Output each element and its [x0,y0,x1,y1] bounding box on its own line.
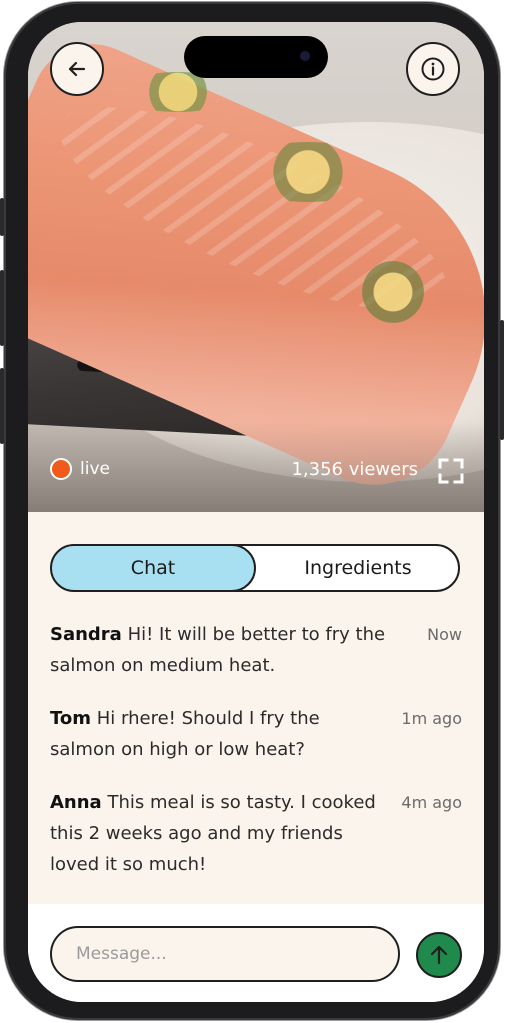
message-text: Hi rhere! Should I fry the salmon on hig… [50,708,320,760]
message-time: 4m ago [401,793,462,812]
back-button[interactable] [50,42,104,96]
live-video[interactable]: live 1,356 viewers [28,22,484,512]
arrow-left-icon [68,61,86,77]
message-author: Tom [50,708,92,729]
chat-message: Sandra Hi! It will be better to fry the … [50,619,462,681]
dynamic-island [184,36,328,78]
tab-chat[interactable]: Chat [52,546,256,590]
power-button [500,320,504,440]
message-author: Anna [50,792,102,813]
camera-icon [300,51,310,61]
message-body: Sandra Hi! It will be better to fry the … [50,619,390,681]
arrow-up-icon [430,945,448,965]
side-button [0,198,4,236]
viewer-count: 1,356 viewers [291,459,418,480]
fullscreen-icon[interactable] [438,458,464,484]
message-body: Tom Hi rhere! Should I fry the salmon on… [50,703,390,765]
composer-bar [28,904,484,1002]
message-input[interactable] [50,926,400,982]
volume-down-button [0,368,4,444]
chat-message: Tom Hi rhere! Should I fry the salmon on… [50,703,462,765]
info-icon [421,57,445,81]
chat-message: Anna This meal is so tasty. I cooked thi… [50,787,462,880]
screen: live 1,356 viewers Ingredients Chat Sand… [28,22,484,1002]
tab-ingredients[interactable]: Ingredients [256,546,458,590]
tab-switcher: Ingredients Chat [50,544,460,592]
message-author: Sandra [50,624,122,645]
phone-frame: live 1,356 viewers Ingredients Chat Sand… [0,2,504,1020]
chat-panel: Ingredients Chat Sandra Hi! It will be b… [28,512,484,904]
message-body: Anna This meal is so tasty. I cooked thi… [50,787,390,880]
live-indicator: live [50,458,110,480]
volume-up-button [0,270,4,346]
send-button[interactable] [416,932,462,978]
live-dot-icon [50,458,72,480]
live-label: live [80,459,110,479]
message-time: 1m ago [401,709,462,728]
info-button[interactable] [406,42,460,96]
message-time: Now [427,625,462,644]
